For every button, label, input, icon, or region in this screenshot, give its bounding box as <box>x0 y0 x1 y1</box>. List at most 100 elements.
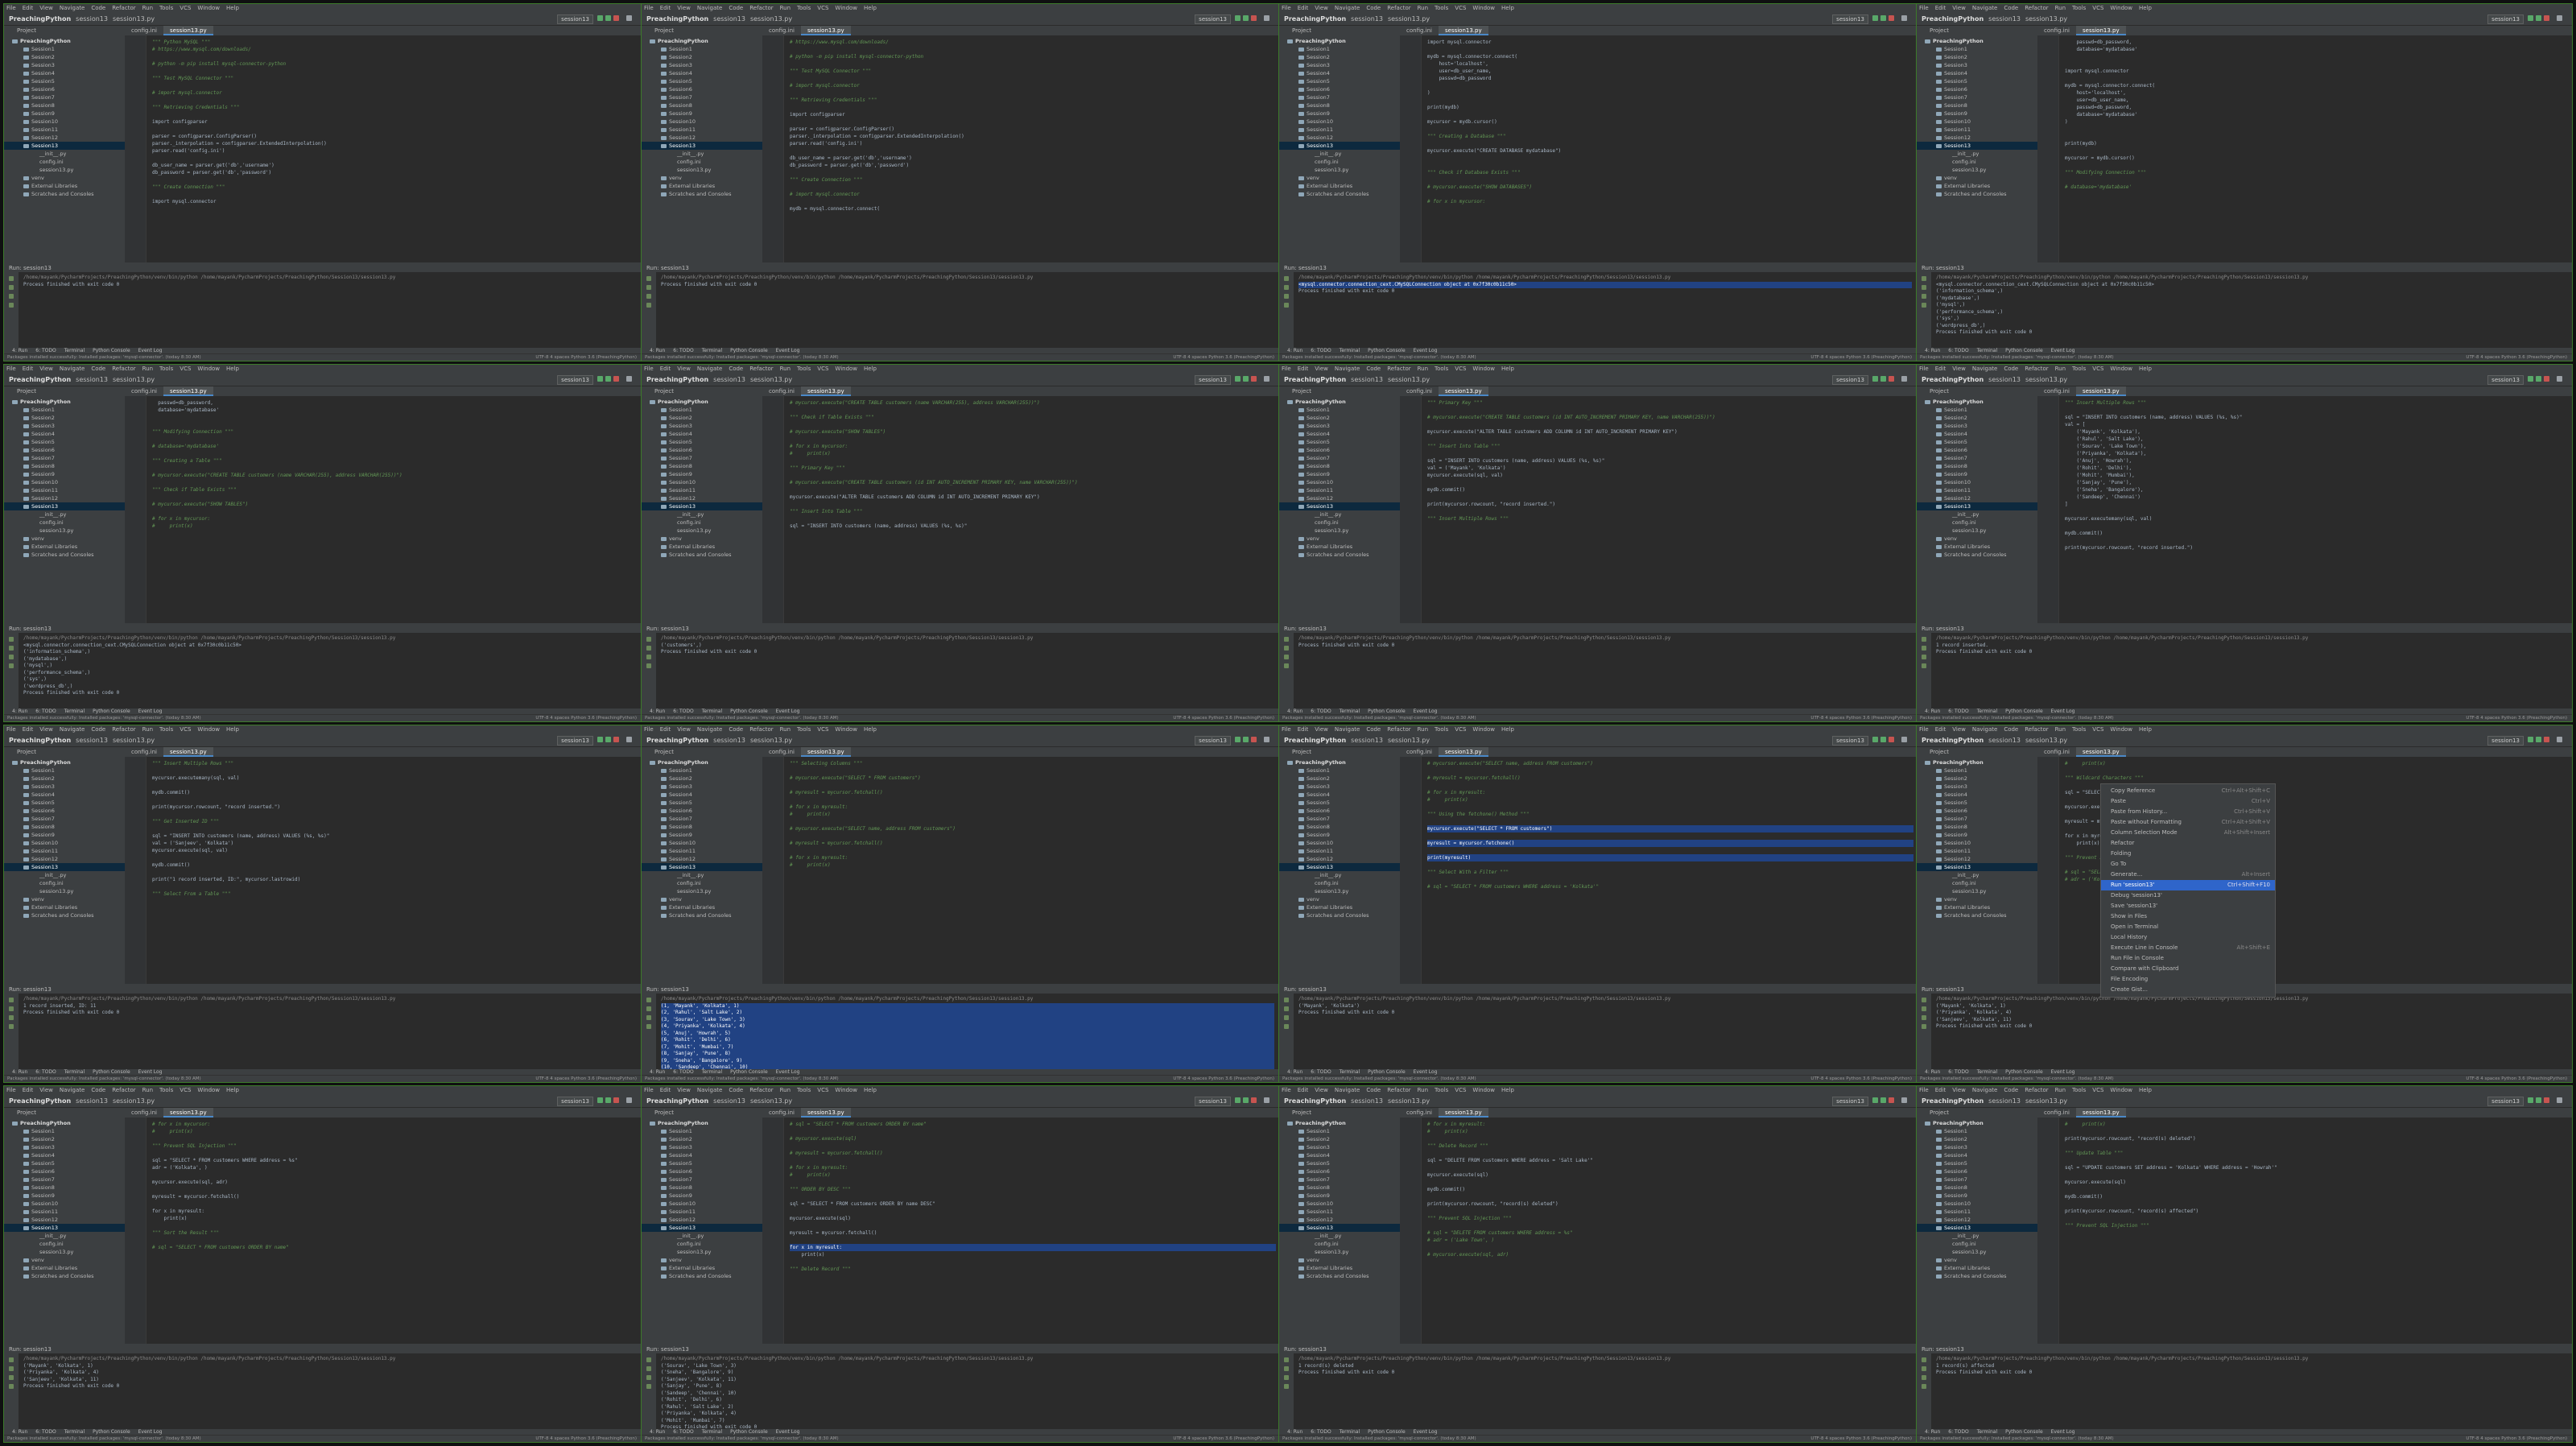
debug-icon[interactable] <box>1243 15 1249 21</box>
breadcrumb-folder[interactable]: session13 <box>1988 376 2021 383</box>
menu-item-refactor[interactable]: Refactor <box>112 5 135 11</box>
tree-item-session4[interactable]: Session4 <box>1279 430 1400 438</box>
debug-icon[interactable] <box>1880 15 1886 21</box>
breadcrumb-project[interactable]: PreachingPython <box>1284 1097 1346 1105</box>
run-configuration-select[interactable]: session13 <box>557 736 593 746</box>
debug-icon[interactable] <box>605 376 611 382</box>
scroll-icon[interactable] <box>9 1384 14 1389</box>
run-configuration-select[interactable]: session13 <box>2487 14 2524 24</box>
tab-session13-py[interactable]: session13.py <box>800 1108 851 1118</box>
menu-item-view[interactable]: View <box>1952 1087 1966 1093</box>
menu-item-vcs[interactable]: VCS <box>817 726 828 733</box>
tool-tab-3[interactable]: Python Console <box>1368 348 1406 353</box>
menu-item-help[interactable]: Help <box>226 5 239 11</box>
menu-item-view[interactable]: View <box>677 366 691 372</box>
tree-file-session13-py[interactable]: session13.py <box>1917 166 2037 174</box>
menu-item-vcs[interactable]: VCS <box>1455 726 1466 733</box>
tool-tab-3[interactable]: Python Console <box>2005 709 2043 714</box>
tool-tab-0[interactable]: 4: Run <box>1925 1429 1940 1435</box>
menu-item-help[interactable]: Help <box>226 1087 239 1093</box>
menu-item-window[interactable]: Window <box>1472 5 1495 11</box>
tree-file-config-ini[interactable]: config.ini <box>4 158 125 166</box>
tree-extra-venv[interactable]: venv <box>4 535 125 543</box>
menu-item-navigate[interactable]: Navigate <box>1335 726 1360 733</box>
stop-icon[interactable] <box>613 737 619 742</box>
tool-tab-2[interactable]: Terminal <box>64 709 85 714</box>
tree-item-session5[interactable]: Session5 <box>1279 799 1400 807</box>
tab-config-ini[interactable]: config.ini <box>125 1108 163 1118</box>
tree-item-session12[interactable]: Session12 <box>1917 494 2037 502</box>
tree-item-session7[interactable]: Session7 <box>642 815 762 823</box>
menu-item-file[interactable]: File <box>644 5 654 11</box>
tree-item-session13[interactable]: Session13 <box>4 1224 125 1232</box>
run-icon[interactable] <box>1872 376 1878 382</box>
menu-item-run[interactable]: Run <box>2055 726 2066 733</box>
run-icon[interactable] <box>2528 376 2533 382</box>
menu-item-view[interactable]: View <box>39 5 53 11</box>
tree-item-session5[interactable]: Session5 <box>1917 1159 2037 1167</box>
breadcrumb-project[interactable]: PreachingPython <box>1284 15 1346 23</box>
rerun-icon[interactable] <box>1284 276 1289 281</box>
pin-icon[interactable] <box>9 655 14 659</box>
tree-file-config-ini[interactable]: config.ini <box>642 518 762 527</box>
tree-file-session13-py[interactable]: session13.py <box>4 527 125 535</box>
breadcrumb-folder[interactable]: session13 <box>76 1097 108 1105</box>
run-configuration-select[interactable]: session13 <box>557 375 593 385</box>
context-menu-item[interactable]: Column Selection Mode Alt+Shift+Insert <box>2101 828 2275 838</box>
tree-extra-external-libraries[interactable]: External Libraries <box>4 1264 125 1272</box>
tool-tab-2[interactable]: Terminal <box>64 1069 85 1075</box>
tree-extra-external-libraries[interactable]: External Libraries <box>1917 182 2037 190</box>
breadcrumb-folder[interactable]: session13 <box>713 1097 745 1105</box>
tree-item-session9[interactable]: Session9 <box>642 109 762 118</box>
breadcrumb-folder[interactable]: session13 <box>1351 376 1383 383</box>
menu-item-refactor[interactable]: Refactor <box>749 726 773 733</box>
menu-item-file[interactable]: File <box>1919 726 1929 733</box>
menu-item-view[interactable]: View <box>1952 726 1966 733</box>
menu-item-refactor[interactable]: Refactor <box>1387 726 1410 733</box>
scroll-icon[interactable] <box>1284 1024 1289 1029</box>
menu-item-vcs[interactable]: VCS <box>2092 366 2103 372</box>
code-area[interactable]: """ Selecting Columns """ # mycursor.exec… <box>790 760 1276 869</box>
tree-extra-venv[interactable]: venv <box>1917 535 2037 543</box>
tree-item-session11[interactable]: Session11 <box>1917 847 2037 855</box>
tool-tab-1[interactable]: 6: TODO <box>1311 709 1331 714</box>
menu-item-edit[interactable]: Edit <box>660 5 671 11</box>
menu-item-run[interactable]: Run <box>2055 1087 2066 1093</box>
context-menu-item[interactable]: Copy Reference Ctrl+Alt+Shift+C <box>2101 786 2275 796</box>
code-editor[interactable]: """ Insert Multiple Rows """ sql = "INSER… <box>2037 396 2572 625</box>
menu-item-window[interactable]: Window <box>1472 1087 1495 1093</box>
tree-item-session12[interactable]: Session12 <box>1279 494 1400 502</box>
menu-item-help[interactable]: Help <box>1501 366 1514 372</box>
scroll-icon[interactable] <box>9 1024 14 1029</box>
tree-item-session12[interactable]: Session12 <box>642 1216 762 1224</box>
menu-item-tools[interactable]: Tools <box>797 366 811 372</box>
tree-item-session13[interactable]: Session13 <box>642 1224 762 1232</box>
tree-item-session7[interactable]: Session7 <box>642 454 762 462</box>
scroll-icon[interactable] <box>646 1384 651 1389</box>
tree-file---init---py[interactable]: __init__.py <box>4 150 125 158</box>
menu-item-navigate[interactable]: Navigate <box>697 5 722 11</box>
menu-item-file[interactable]: File <box>1282 726 1291 733</box>
tree-item-session9[interactable]: Session9 <box>1917 1192 2037 1200</box>
stop-icon[interactable] <box>1251 1097 1257 1103</box>
breadcrumb-file[interactable]: session13.py <box>750 1097 792 1105</box>
code-area[interactable]: # print(x) print(mycursor.rowcount, "reco… <box>2065 1121 2569 1229</box>
tree-extra-venv[interactable]: venv <box>642 1256 762 1264</box>
tree-item-session7[interactable]: Session7 <box>1917 1175 2037 1184</box>
menu-item-run[interactable]: Run <box>142 1087 153 1093</box>
tab-session13-py[interactable]: session13.py <box>800 386 851 396</box>
tree-item-session6[interactable]: Session6 <box>4 85 125 93</box>
run-icon[interactable] <box>2528 15 2533 21</box>
project-panel-header[interactable]: Project <box>4 26 125 35</box>
project-panel-header[interactable]: Project <box>1917 1108 2037 1118</box>
debug-icon[interactable] <box>605 15 611 21</box>
tree-item-session9[interactable]: Session9 <box>642 470 762 478</box>
rerun-icon[interactable] <box>1922 1357 1926 1362</box>
tree-extra-scratches-and-consoles[interactable]: Scratches and Consoles <box>4 911 125 919</box>
tree-file-config-ini[interactable]: config.ini <box>1917 518 2037 527</box>
tree-root[interactable]: PreachingPython <box>1917 1119 2037 1127</box>
tree-item-session10[interactable]: Session10 <box>1917 839 2037 847</box>
tree-item-session10[interactable]: Session10 <box>642 478 762 486</box>
run-icon[interactable] <box>597 1097 603 1103</box>
tree-item-session6[interactable]: Session6 <box>1279 807 1400 815</box>
